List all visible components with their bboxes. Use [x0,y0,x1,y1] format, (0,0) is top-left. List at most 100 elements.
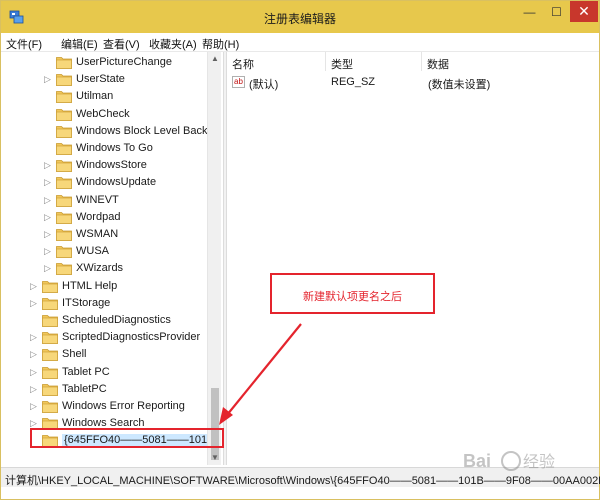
folder-icon [42,332,58,345]
tree-item[interactable]: ▷ ITStorage [14,295,221,312]
folder-icon [56,246,72,259]
expand-arrow-icon[interactable]: ▷ [44,229,52,239]
tree-item[interactable]: ▷ XWizards [14,260,221,277]
folder-icon [42,297,58,310]
tree-item-label: WindowsUpdate [76,176,157,189]
annotation-callout: 新建默认项更名之后 [270,273,435,314]
expand-arrow-icon[interactable]: ▷ [30,367,38,377]
folder-icon [56,211,72,224]
svg-text:经验: 经验 [523,453,555,471]
folder-icon [42,315,58,327]
expand-arrow-icon[interactable]: ▷ [44,74,52,84]
menu-help[interactable]: 帮助(H) [202,36,239,52]
menu-edit[interactable]: 编辑(E) [61,36,98,52]
tree-item-label: Shell [62,348,87,361]
tree-item[interactable]: UserPictureChange [14,54,221,71]
value-list[interactable]: 名称 类型 数据 ab (默认) REG_SZ (数值未设置) [227,52,599,465]
menu-favorites[interactable]: 收藏夹(A) [149,36,197,52]
close-button[interactable]: ✕ [570,1,598,22]
tree-item[interactable]: Windows To Go [14,140,221,157]
folder-icon [56,57,72,69]
tree-item[interactable]: Windows Block Level Backup [14,123,221,140]
expand-arrow-icon[interactable]: ▷ [30,298,38,308]
menu-file[interactable]: 文件(F) [6,36,42,52]
tree-item[interactable]: WebCheck [14,106,221,123]
tree-item-label: Windows Error Reporting [62,400,185,412]
menu-view[interactable]: 查看(V) [103,36,140,52]
tree-item[interactable]: ▷ Tablet PC [14,364,221,381]
tree-item[interactable]: ▷ WINEVT [14,192,221,209]
tree-item[interactable]: ScheduledDiagnostics [14,312,221,329]
tree-item[interactable]: Utilman [14,88,221,105]
expand-arrow-icon[interactable]: ▷ [30,401,38,411]
expand-arrow-icon[interactable]: ▷ [30,418,38,428]
tree-item[interactable]: ▷ Windows Error Reporting [14,398,221,415]
tree-item-label: ScriptedDiagnosticsProvider [62,331,201,344]
tree-item[interactable]: ▷ WindowsUpdate [14,174,221,191]
scroll-down-arrow-icon[interactable]: ▼ [208,451,222,465]
column-header-name[interactable]: 名称 [227,52,326,71]
tree-item[interactable]: ▷ UserState [14,71,221,88]
title-bar[interactable]: 注册表编辑器 — ☐ ✕ [1,1,599,33]
close-icon: ✕ [578,3,590,19]
tree-item-label: TabletPC [62,382,107,395]
minimize-button[interactable]: — [516,1,543,22]
tree-item[interactable]: ▷ HTML Help [14,278,221,295]
tree-item-label: Tablet PC [62,365,110,378]
folder-icon [42,401,58,413]
expand-arrow-icon[interactable]: ▷ [44,246,52,256]
maximize-button[interactable]: ☐ [543,1,570,22]
expand-arrow-icon[interactable]: ▷ [44,177,52,187]
menu-bar: 文件(F) 编辑(E) 查看(V) 收藏夹(A) 帮助(H) [1,33,599,52]
string-value-icon: ab [232,76,245,88]
tree-item-label: WUSA [76,245,109,258]
folder-icon [56,229,72,241]
tree-item-label: Wordpad [76,210,121,223]
expand-arrow-icon[interactable]: ▷ [30,281,38,291]
folder-icon [42,280,58,293]
folder-icon [56,160,72,173]
column-header-type[interactable]: 类型 [326,52,422,71]
tree-item-label: WSMAN [76,228,119,240]
expand-arrow-icon[interactable]: ▷ [30,384,38,394]
baidu-watermark-logo: Bai 经验 [463,451,555,471]
tree-item-label: Windows Block Level Backup [76,124,220,137]
tree-item[interactable]: ▷ Wordpad [14,209,221,226]
expand-arrow-icon[interactable]: ▷ [44,263,52,273]
window-title: 注册表编辑器 [263,12,336,26]
maximize-icon: ☐ [551,4,562,19]
folder-icon [56,108,72,121]
tree-item-label: XWizards [76,262,124,275]
tree-item[interactable]: ▷ ScriptedDiagnosticsProvider [14,329,221,346]
tree-item-label: UserPictureChange [76,56,172,68]
folder-icon [56,263,72,276]
tree-item-label: WindowsStore [76,159,147,172]
tree-vertical-scrollbar[interactable]: ▲ ▼ [207,52,221,465]
expand-arrow-icon[interactable]: ▷ [30,349,38,359]
scroll-up-arrow-icon[interactable]: ▲ [208,52,222,66]
folder-icon [56,194,72,207]
value-data: (数值未设置) [428,79,491,91]
expand-arrow-icon[interactable]: ▷ [44,160,52,170]
scroll-thumb[interactable] [211,388,219,460]
folder-icon [56,125,72,138]
tree-item[interactable]: ▷ Shell [14,346,221,363]
expand-arrow-icon[interactable]: ▷ [30,332,38,342]
folder-icon [56,143,72,155]
tree-item-label: ITStorage [62,296,111,309]
annotation-text: 新建默认项更名之后 [303,291,402,303]
expand-arrow-icon[interactable]: ▷ [44,195,52,205]
column-header-data[interactable]: 数据 [422,52,599,71]
registry-key-tree[interactable]: UserPictureChange ▷ UserState Utilman WebChe… [14,52,221,465]
folder-icon [42,349,58,362]
value-row[interactable]: ab (默认) REG_SZ (数值未设置) [227,74,599,91]
tree-item[interactable]: ▷ WUSA [14,243,221,260]
tree-item[interactable]: ▷ WindowsStore [14,157,221,174]
regedit-window: 注册表编辑器 — ☐ ✕ 文件(F) 编辑(E) 查看(V) 收藏夹(A) 帮助… [0,0,600,500]
tree-item[interactable]: ▷ TabletPC [14,381,221,398]
expand-arrow-icon[interactable]: ▷ [44,212,52,222]
tree-item[interactable]: ▷ WSMAN [14,226,221,243]
minimize-icon: — [523,4,536,19]
svg-text:Bai: Bai [463,451,491,471]
value-type: REG_SZ [331,76,376,88]
